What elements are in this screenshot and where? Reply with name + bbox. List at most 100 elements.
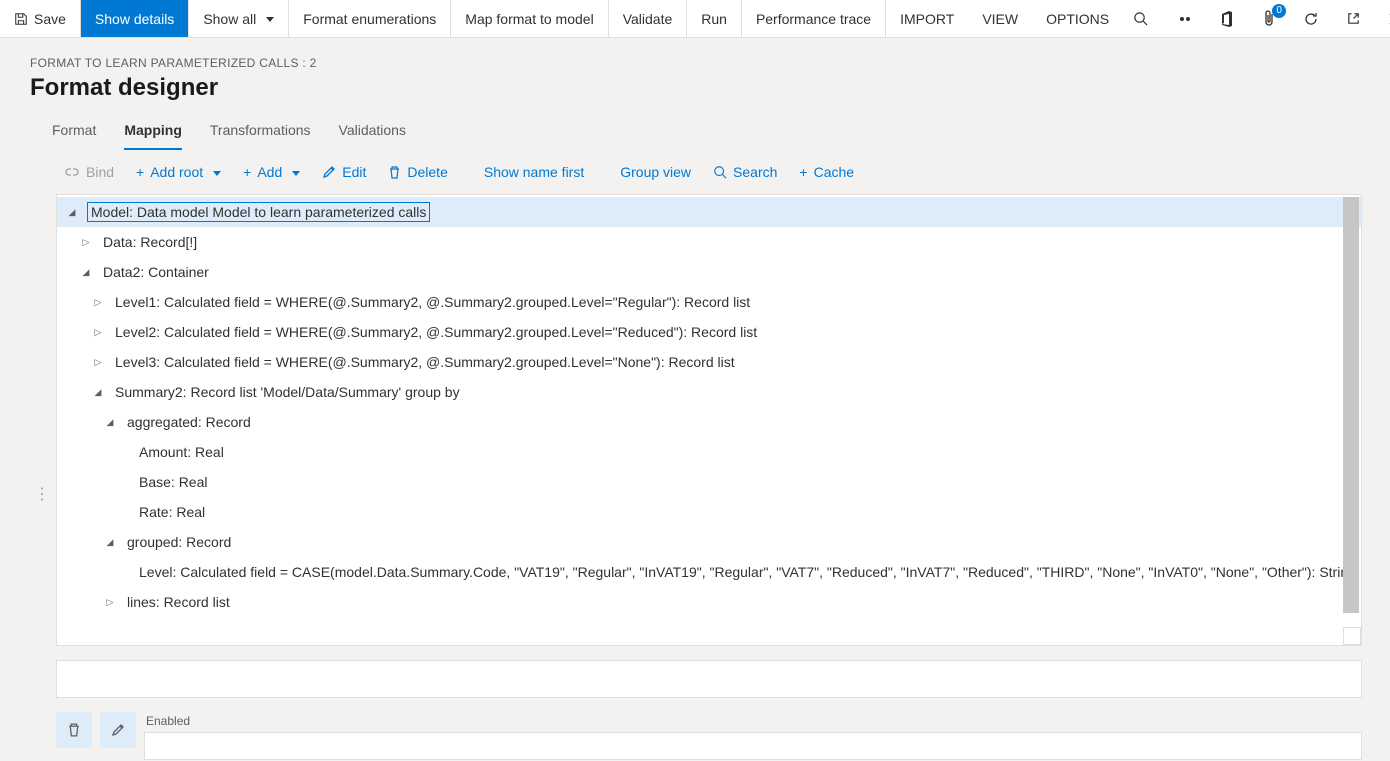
office-icon[interactable] [1218,10,1236,28]
edit-label: Edit [342,164,366,180]
tree-node-level3[interactable]: ▷ Level3: Calculated field = WHERE(@.Sum… [57,347,1361,377]
show-name-first-button[interactable]: Show name first [484,164,584,180]
collapse-icon[interactable]: ◢ [65,207,79,218]
tab-validations[interactable]: Validations [339,116,406,150]
validate-button[interactable]: Validate [609,0,688,37]
cache-button[interactable]: Cache [799,164,854,180]
collapse-icon[interactable]: ◢ [103,417,117,428]
tree-node-lines[interactable]: ▷ lines: Record list [57,587,1361,617]
tabs: Format Mapping Transformations Validatio… [0,116,1390,150]
tab-transformations[interactable]: Transformations [210,116,311,150]
tree-label: Level: Calculated field = CASE(model.Dat… [137,562,1358,582]
search-label: Search [733,164,777,180]
find-button[interactable] [1123,0,1158,37]
tree-node-aggregated[interactable]: ◢ aggregated: Record [57,407,1361,437]
add-button[interactable]: Add [243,164,300,180]
save-icon [14,12,28,26]
map-format-label: Map format to model [465,11,593,27]
tree-label: Amount: Real [137,442,226,462]
format-enumerations-button[interactable]: Format enumerations [289,0,451,37]
tree-label: Rate: Real [137,502,207,522]
tree-label: Level1: Calculated field = WHERE(@.Summa… [113,292,752,312]
validate-label: Validate [623,11,673,27]
tree-label: Summary2: Record list 'Model/Data/Summar… [113,382,462,402]
splitter-grip[interactable]: ⋮ [34,484,47,504]
search-button[interactable]: Search [713,164,777,180]
popout-button[interactable] [1344,10,1362,28]
run-label: Run [701,11,727,27]
tab-mapping[interactable]: Mapping [124,116,182,150]
tree-node-level2[interactable]: ▷ Level2: Calculated field = WHERE(@.Sum… [57,317,1361,347]
tree-node-grouped[interactable]: ◢ grouped: Record [57,527,1361,557]
group-view-label: Group view [620,164,691,180]
save-label: Save [34,11,66,27]
expand-icon[interactable]: ▷ [91,327,105,338]
options-menu[interactable]: OPTIONS [1032,0,1123,37]
view-label: VIEW [982,11,1018,27]
tab-format[interactable]: Format [52,116,96,150]
search-icon [1133,11,1148,26]
map-format-to-model-button[interactable]: Map format to model [451,0,608,37]
import-menu[interactable]: IMPORT [886,0,968,37]
tree-node-base[interactable]: ▷ Base: Real [57,467,1361,497]
expression-panel[interactable] [56,660,1362,698]
tree-node-level[interactable]: ▷ Level: Calculated field = CASE(model.D… [57,557,1361,587]
delete-expression-button[interactable] [56,712,92,748]
right-icon-group: 0 [1158,0,1390,37]
run-button[interactable]: Run [687,0,742,37]
chevron-down-icon [209,164,221,180]
tree-node-data2[interactable]: ◢ Data2: Container [57,257,1361,287]
expand-icon[interactable]: ▷ [91,357,105,368]
pencil-icon [322,165,336,179]
tree-label: aggregated: Record [125,412,253,432]
import-label: IMPORT [900,11,954,27]
plus-icon [799,164,807,180]
chevron-down-icon [262,11,274,27]
close-button[interactable] [1386,10,1390,28]
view-menu[interactable]: VIEW [968,0,1032,37]
add-root-button[interactable]: Add root [136,164,221,180]
tree-node-rate[interactable]: ▷ Rate: Real [57,497,1361,527]
attachments-badge: 0 [1272,4,1286,18]
save-button[interactable]: Save [0,0,81,37]
tree-node-amount[interactable]: ▷ Amount: Real [57,437,1361,467]
tree-label: Level2: Calculated field = WHERE(@.Summa… [113,322,759,342]
tree-node-summary2[interactable]: ◢ Summary2: Record list 'Model/Data/Summ… [57,377,1361,407]
attachments-button[interactable]: 0 [1260,10,1278,28]
options-label: OPTIONS [1046,11,1109,27]
tree-node-data[interactable]: ▷ Data: Record[!] [57,227,1361,257]
refresh-button[interactable] [1302,10,1320,28]
resize-corner[interactable] [1343,627,1361,645]
enabled-input[interactable] [144,732,1362,760]
add-root-label: Add root [150,164,203,180]
expand-icon[interactable]: ▷ [79,237,93,248]
mapping-actions: Bind Add root Add Edit Delete Show name … [0,150,1390,190]
show-all-label: Show all [203,11,256,27]
link-icon[interactable] [1176,10,1194,28]
scrollbar-thumb[interactable] [1343,197,1359,613]
tree-node-model[interactable]: ◢ Model: Data model Model to learn param… [57,197,1361,227]
show-details-button[interactable]: Show details [81,0,189,37]
cache-label: Cache [814,164,854,180]
edit-button[interactable]: Edit [322,164,366,180]
show-name-first-label: Show name first [484,164,584,180]
delete-button[interactable]: Delete [388,164,447,180]
performance-trace-button[interactable]: Performance trace [742,0,886,37]
trash-icon [388,165,401,180]
collapse-icon[interactable]: ◢ [79,267,93,278]
show-all-button[interactable]: Show all [189,0,289,37]
edit-expression-button[interactable] [100,712,136,748]
tree-node-level1[interactable]: ▷ Level1: Calculated field = WHERE(@.Sum… [57,287,1361,317]
collapse-icon[interactable]: ◢ [103,537,117,548]
enabled-label: Enabled [144,712,1362,732]
delete-label: Delete [407,164,447,180]
tree-label: Data: Record[!] [101,232,199,252]
enabled-field: Enabled [144,712,1362,761]
group-view-button[interactable]: Group view [620,164,691,180]
expand-icon[interactable]: ▷ [103,597,117,608]
expand-icon[interactable]: ▷ [91,297,105,308]
collapse-icon[interactable]: ◢ [91,387,105,398]
plus-icon [136,164,144,180]
datasource-tree[interactable]: ◢ Model: Data model Model to learn param… [56,194,1362,646]
chevron-down-icon [288,164,300,180]
